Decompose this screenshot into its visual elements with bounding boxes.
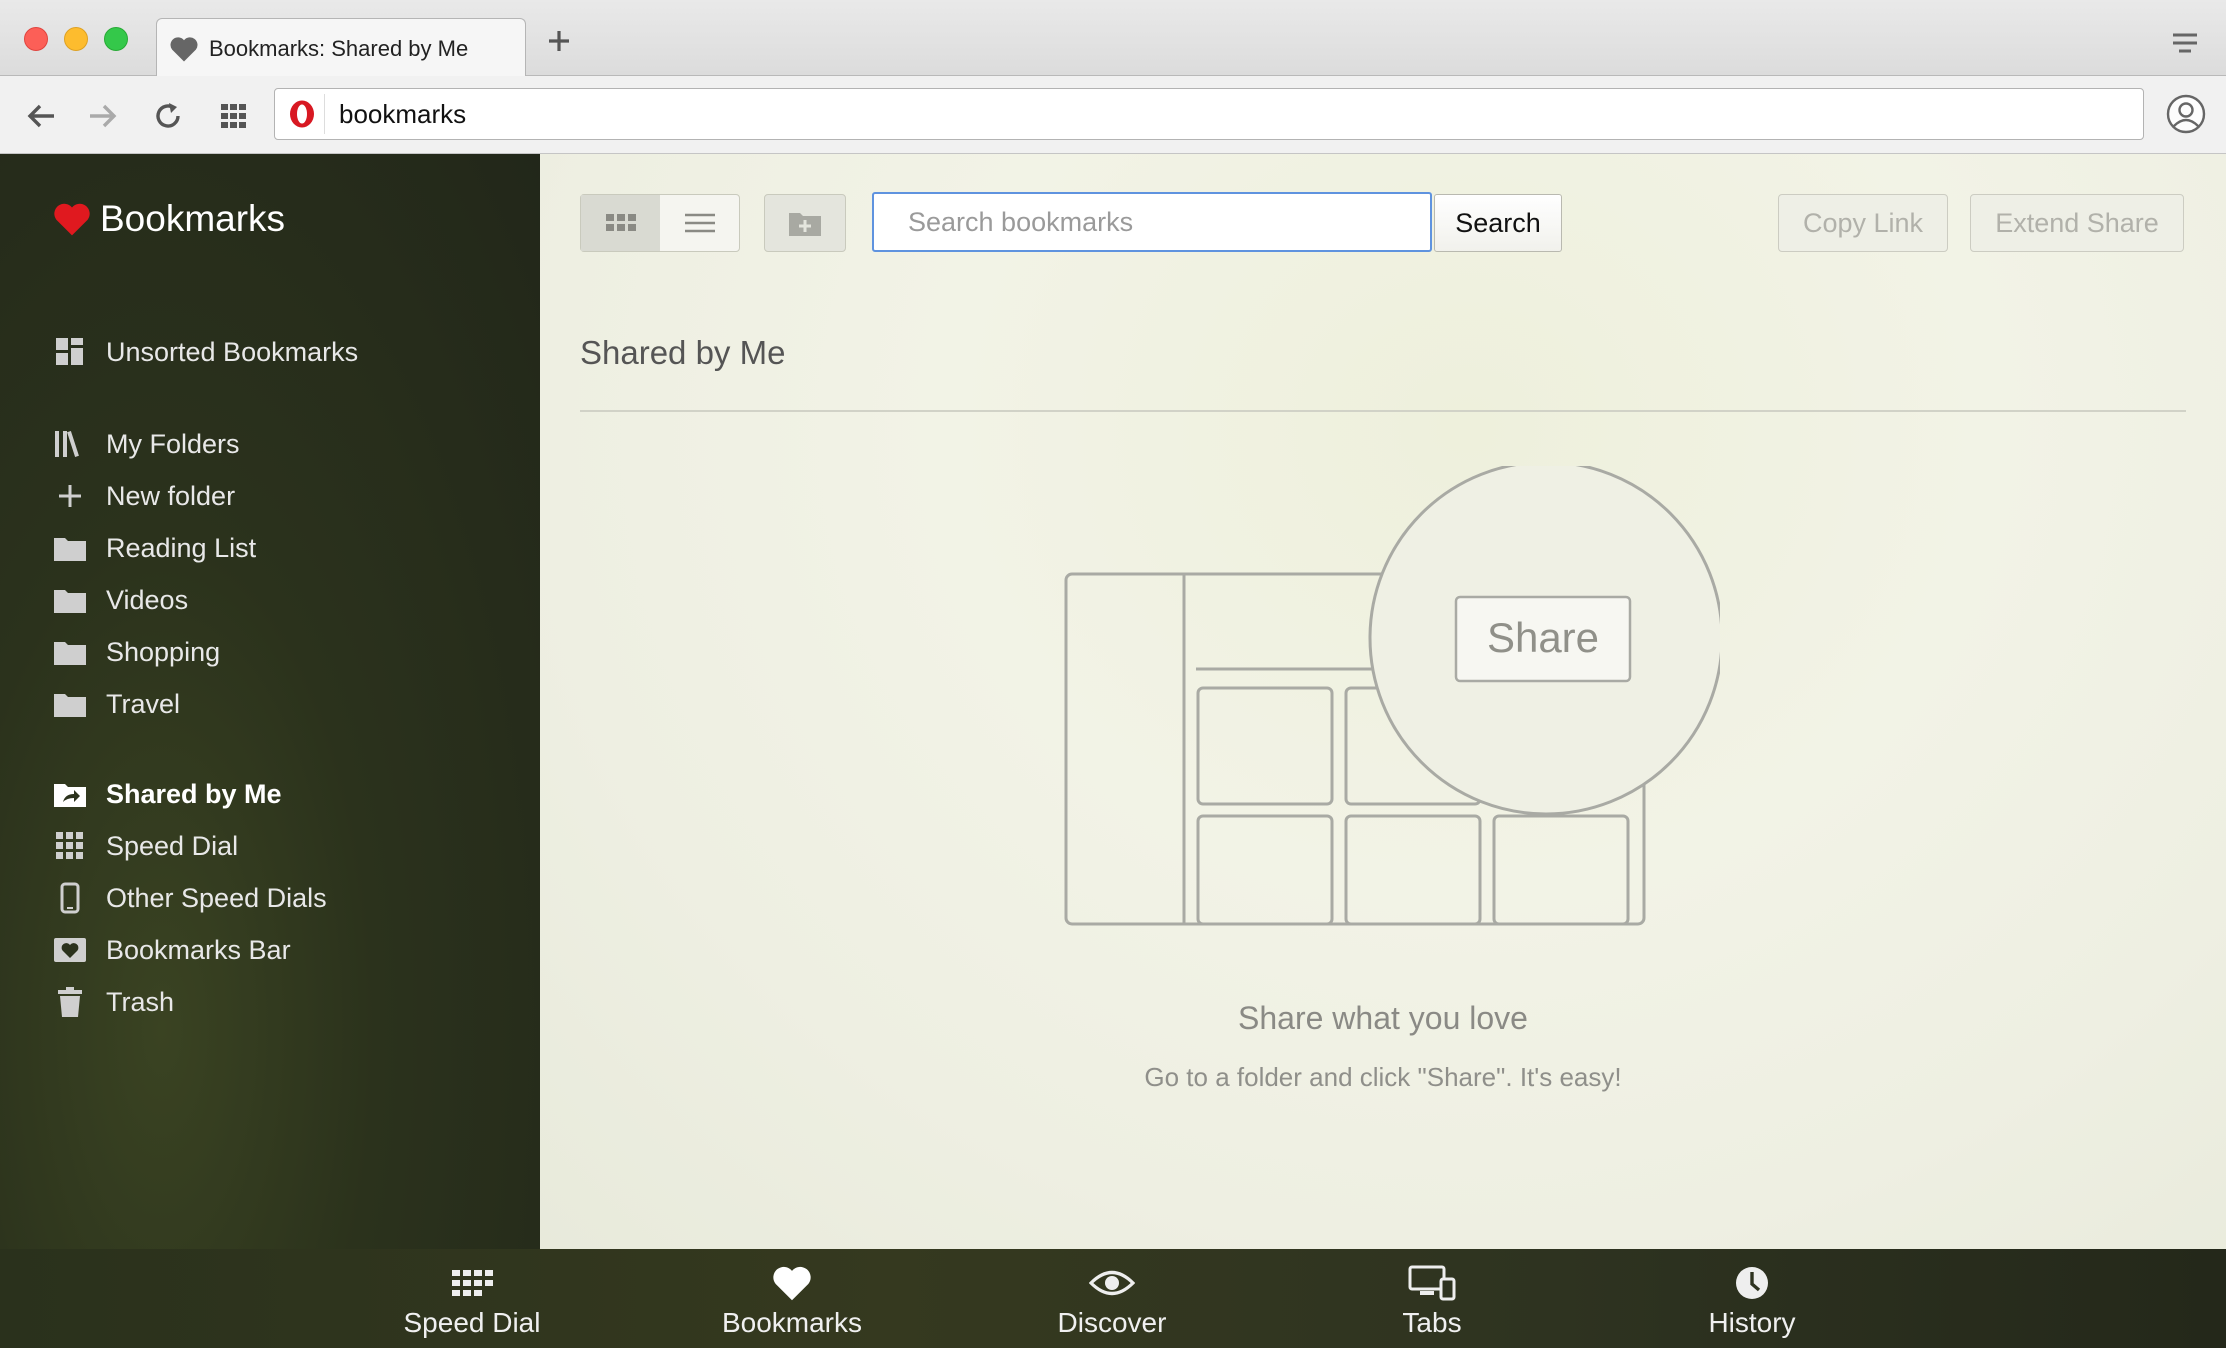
back-arrow-icon bbox=[27, 104, 54, 128]
sidebar-item-label: Bookmarks Bar bbox=[106, 934, 291, 965]
sidebar-item-label: Shopping bbox=[106, 636, 221, 667]
bottom-nav-label: History bbox=[1708, 1307, 1796, 1338]
bottom-nav-label: Tabs bbox=[1402, 1307, 1462, 1338]
sidebar-item-label: Shared by Me bbox=[106, 778, 282, 809]
bottom-nav-discover[interactable]: Discover bbox=[1012, 1263, 1212, 1339]
address-text: bookmarks bbox=[339, 98, 467, 129]
sidebar-item-trash[interactable]: Trash bbox=[52, 982, 174, 1022]
reload-icon bbox=[156, 103, 180, 128]
unsorted-icon bbox=[52, 335, 88, 369]
search-input[interactable] bbox=[872, 192, 1432, 252]
bottom-nav-label: Speed Dial bbox=[403, 1307, 541, 1338]
clock-icon bbox=[1728, 1263, 1776, 1303]
sidebar-item-shared-by-me[interactable]: Shared by Me bbox=[52, 774, 282, 814]
sidebar-item-other-speed-dials[interactable]: Other Speed Dials bbox=[52, 878, 327, 918]
sidebar-item-label: Reading List bbox=[106, 532, 257, 563]
divider bbox=[580, 410, 2186, 412]
navigation-toolbar: bookmarks bbox=[0, 76, 2226, 154]
copy-link-button[interactable]: Copy Link bbox=[1778, 194, 1948, 252]
speed-dial-button[interactable] bbox=[216, 98, 252, 134]
window-maximize-button[interactable] bbox=[104, 27, 128, 51]
address-bar[interactable]: bookmarks bbox=[274, 88, 2144, 140]
sidebar-item-label: My Folders bbox=[106, 428, 240, 459]
browser-tab[interactable]: Bookmarks: Shared by Me bbox=[156, 18, 526, 78]
share-illustration: Share bbox=[1064, 466, 1720, 926]
sidebar-item-videos[interactable]: Videos bbox=[52, 580, 188, 620]
grid-view-icon bbox=[605, 214, 636, 231]
bottom-navigation: Speed Dial Bookmarks Discover Tabs Histo… bbox=[0, 1249, 2226, 1348]
sidebar-item-label: Speed Dial bbox=[106, 830, 239, 861]
sidebar-item-shopping[interactable]: Shopping bbox=[52, 632, 220, 672]
phone-icon bbox=[52, 881, 88, 915]
title-bar: Bookmarks: Shared by Me bbox=[0, 0, 2226, 78]
forward-button[interactable] bbox=[84, 98, 120, 134]
opera-logo-icon[interactable] bbox=[285, 94, 325, 134]
folder-icon bbox=[52, 635, 88, 669]
heart-icon bbox=[170, 36, 198, 61]
page-title: Shared by Me bbox=[580, 334, 786, 371]
extend-share-button[interactable]: Extend Share bbox=[1970, 194, 2184, 252]
trash-icon bbox=[52, 985, 88, 1019]
list-view-button[interactable] bbox=[660, 195, 739, 251]
sidebar-item-bookmarks-bar[interactable]: Bookmarks Bar bbox=[52, 930, 291, 970]
grid-icon bbox=[221, 104, 246, 128]
sidebar-item-label: Trash bbox=[106, 986, 175, 1017]
back-button[interactable] bbox=[24, 98, 60, 134]
view-toggle bbox=[580, 194, 740, 252]
bottom-nav-history[interactable]: History bbox=[1652, 1263, 1852, 1339]
profile-icon[interactable] bbox=[2166, 94, 2206, 134]
sidebar-item-label: Travel bbox=[106, 688, 181, 719]
new-folder-button[interactable] bbox=[764, 194, 846, 252]
grid-view-button[interactable] bbox=[581, 195, 660, 251]
sidebar-item-speed-dial[interactable]: Speed Dial bbox=[52, 826, 238, 866]
bookmarks-sidebar: Bookmarks Unsorted Bookmarks My Folders … bbox=[0, 154, 540, 1249]
new-tab-button[interactable] bbox=[544, 26, 574, 56]
search-button[interactable]: Search bbox=[1434, 194, 1562, 252]
sidebar-item-travel[interactable]: Travel bbox=[52, 684, 180, 724]
sidebar-item-new-folder[interactable]: New folder bbox=[52, 476, 235, 516]
heart-box-icon bbox=[52, 933, 88, 967]
reload-button[interactable] bbox=[150, 98, 186, 134]
illustration-share-label: Share bbox=[1487, 614, 1599, 661]
sidebar-item-reading-list[interactable]: Reading List bbox=[52, 528, 256, 568]
window-minimize-button[interactable] bbox=[64, 27, 88, 51]
add-folder-icon bbox=[789, 213, 821, 236]
sidebar-header: Bookmarks bbox=[52, 198, 285, 240]
sidebar-item-label: Videos bbox=[106, 584, 189, 615]
empty-state-title: Share what you love bbox=[1238, 1000, 1528, 1036]
devices-icon bbox=[1408, 1263, 1456, 1303]
speed-dial-icon bbox=[448, 1263, 496, 1303]
plus-icon bbox=[52, 479, 88, 513]
forward-arrow-icon bbox=[90, 104, 117, 128]
sidebar-item-unsorted-bookmarks[interactable]: Unsorted Bookmarks bbox=[52, 332, 358, 372]
list-view-icon bbox=[684, 213, 715, 233]
heart-icon bbox=[54, 203, 90, 236]
bookmarks-main-panel: Search Copy Link Extend Share Shared by … bbox=[540, 154, 2226, 1249]
bottom-nav-bookmarks[interactable]: Bookmarks bbox=[692, 1263, 892, 1339]
folder-icon bbox=[52, 583, 88, 617]
eye-icon bbox=[1088, 1263, 1136, 1303]
bottom-nav-label: Discover bbox=[1057, 1307, 1167, 1338]
folder-icon bbox=[52, 531, 88, 565]
tab-title: Bookmarks: Shared by Me bbox=[209, 35, 469, 61]
sidebar-item-label: New folder bbox=[106, 480, 236, 511]
bottom-nav-label: Bookmarks bbox=[721, 1307, 863, 1338]
shared-folder-icon bbox=[52, 777, 88, 811]
bottom-nav-tabs[interactable]: Tabs bbox=[1332, 1263, 1532, 1339]
window-close-button[interactable] bbox=[24, 27, 48, 51]
bottom-nav-speed-dial[interactable]: Speed Dial bbox=[372, 1263, 572, 1339]
tab-menu-icon[interactable] bbox=[2170, 32, 2200, 54]
grid-icon bbox=[52, 829, 88, 863]
heart-icon bbox=[768, 1263, 816, 1303]
sidebar-item-label: Unsorted Bookmarks bbox=[106, 336, 359, 367]
empty-state-subtitle: Go to a folder and click "Share". It's e… bbox=[1144, 1062, 1622, 1092]
folder-icon bbox=[52, 687, 88, 721]
sidebar-item-my-folders[interactable]: My Folders bbox=[52, 424, 240, 464]
sidebar-title: Bookmarks bbox=[100, 198, 286, 239]
sidebar-item-label: Other Speed Dials bbox=[106, 882, 327, 913]
library-icon bbox=[52, 427, 88, 461]
